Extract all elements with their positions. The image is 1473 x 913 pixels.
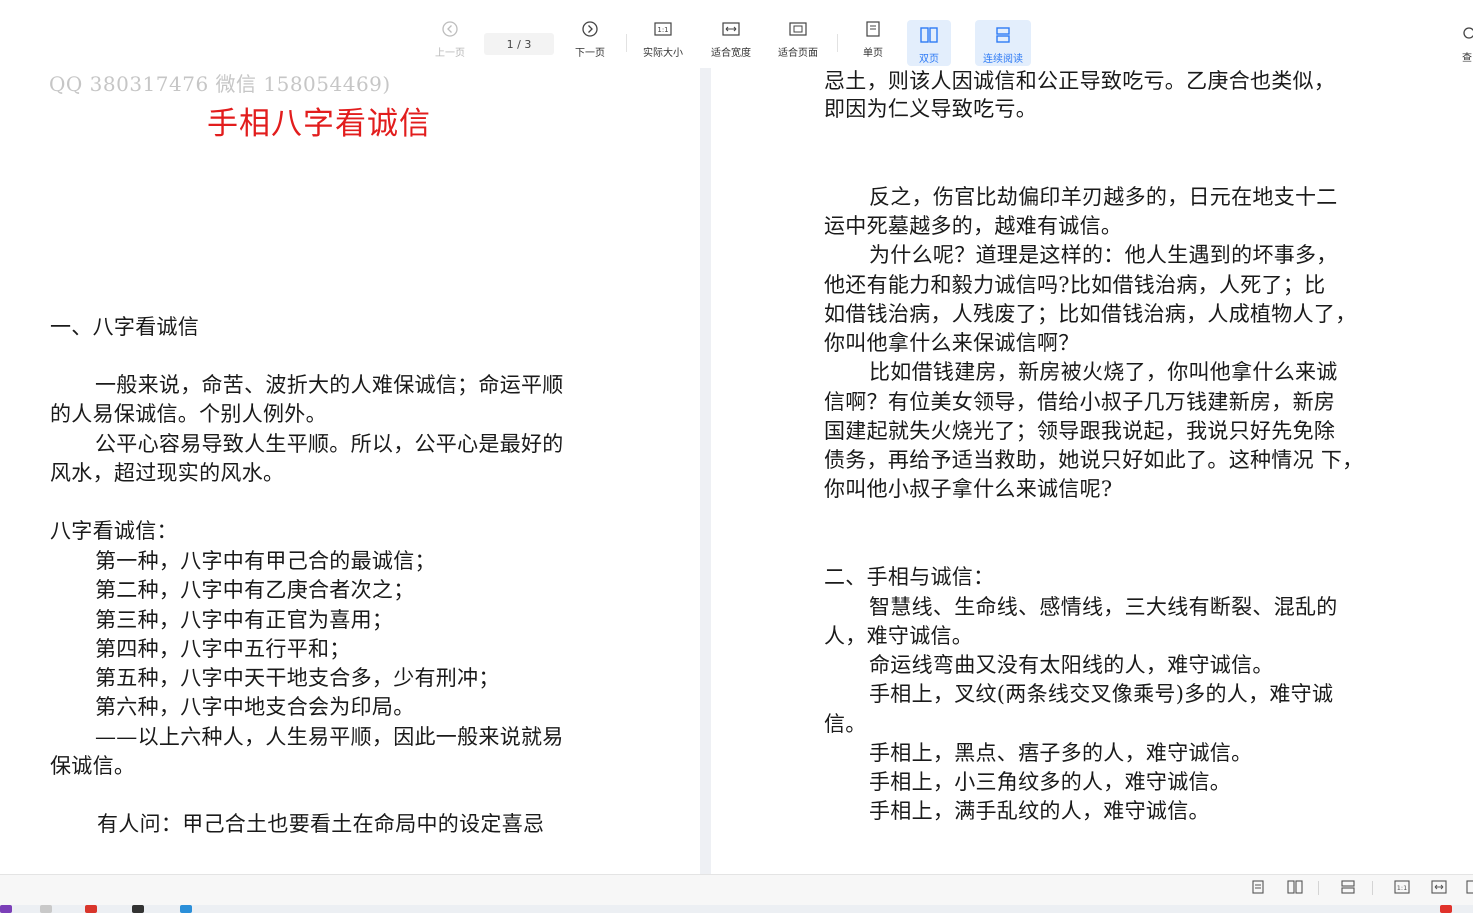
page-number-input[interactable]: 1 / 3: [484, 33, 554, 55]
fit-width-label: 适合宽度: [711, 48, 751, 59]
fit-width-button[interactable]: 适合宽度: [701, 20, 761, 64]
single-page-button[interactable]: 单页: [843, 20, 903, 64]
text-line: 国建起就失火烧光了；领导跟我说起，我说只好先免除: [824, 419, 1336, 443]
taskbar-tray-icon[interactable]: [1440, 905, 1452, 913]
prev-page-label: 上一页: [435, 48, 465, 59]
text-line: 忌土，则该人因诚信和公正导致吃亏。乙庚合也类似，: [824, 69, 1336, 93]
text-line: 他还有能力和毅力诚信吗?比如借钱治病，人死了；比: [824, 273, 1326, 297]
document-page-left: QQ 380317476 微信 158054469) 手相八字看诚信 一、八字看…: [0, 68, 700, 874]
taskbar-app-icon[interactable]: [132, 905, 144, 913]
text-line: 你叫他小叔子拿什么来诚信呢?: [824, 477, 1113, 501]
next-arrow-icon: [581, 20, 599, 38]
svg-text:1:1: 1:1: [1397, 884, 1407, 892]
continuous-view-icon[interactable]: [1340, 880, 1356, 894]
continuous-reading-icon: [994, 26, 1012, 44]
section-heading: 二、手相与诚信：: [824, 565, 995, 589]
text-line: 即因为仁义导致吃亏。: [824, 97, 1037, 121]
text-line: 手相上，黑点、痦子多的人，难守诚信。: [869, 741, 1253, 765]
text-line: ——以上六种人，人生易平顺，因此一般来说就易: [95, 725, 564, 749]
prev-arrow-icon: [441, 20, 459, 38]
text-line: 命运线弯曲又没有太阳线的人，难守诚信。: [869, 653, 1274, 677]
text-line: 你叫他拿什么来保诚信啊？: [824, 331, 1080, 355]
continuous-reading-button[interactable]: 连续阅读: [975, 20, 1031, 66]
continuous-reading-label: 连续阅读: [983, 54, 1023, 65]
text-line: 为什么呢？道理是这样的：他人生遇到的坏事多，: [869, 243, 1338, 267]
text-line: 债务，再给予适当救助，她说只好如此了。这种情况 下，: [824, 448, 1364, 472]
text-line: 运中死墓越多的，越难有诚信。: [824, 214, 1123, 238]
search-icon: [1463, 27, 1473, 39]
status-divider: [1372, 881, 1373, 895]
list-item: 第三种，八字中有正官为喜用；: [95, 608, 394, 632]
text-line: 信。: [824, 712, 867, 736]
contact-watermark: QQ 380317476 微信 158054469): [49, 72, 391, 96]
fit-page-label: 适合页面: [778, 48, 818, 59]
page-indicator: 1 / 3: [506, 37, 532, 51]
document-title: 手相八字看诚信: [207, 106, 431, 142]
status-divider: [1318, 881, 1319, 895]
text-line: 如借钱治病，人残废了；比如借钱治病，人成植物人了，: [824, 302, 1357, 326]
single-page-icon: [864, 20, 882, 38]
reader-toolbar: 上一页 1 / 3 下一页 1:1 实际大小 适合宽度 适合页面 单页 双页 连…: [0, 0, 1473, 68]
text-line: 智慧线、生命线、感情线，三大线有断裂、混乱的: [869, 595, 1338, 619]
fit-width-icon[interactable]: [1431, 880, 1447, 894]
taskbar-app-icon[interactable]: [85, 905, 97, 913]
section-heading: 一、八字看诚信: [50, 315, 200, 339]
next-page-button[interactable]: 下一页: [560, 20, 620, 64]
fit-page-icon: [789, 20, 807, 38]
double-page-view-icon[interactable]: [1287, 880, 1303, 894]
document-page-right: 忌土，则该人因诚信和公正导致吃亏。乙庚合也类似， 即因为仁义导致吃亏。 反之，伤…: [711, 68, 1473, 874]
svg-text:1:1: 1:1: [657, 26, 668, 34]
text-line: 风水，超过现实的风水。: [50, 461, 285, 485]
search-label: 查: [1462, 53, 1472, 62]
list-item: 第五种，八字中天干地支合多，少有刑冲；: [95, 666, 500, 690]
text-line: 手相上，满手乱纹的人，难守诚信。: [869, 799, 1210, 823]
taskbar-app-icon[interactable]: [0, 905, 12, 913]
document-viewer[interactable]: QQ 380317476 微信 158054469) 手相八字看诚信 一、八字看…: [0, 68, 1473, 874]
fit-page-icon[interactable]: [1466, 880, 1473, 894]
text-line: 保诚信。: [50, 754, 136, 778]
fit-width-icon: [722, 20, 740, 38]
search-button-partial[interactable]: 查: [1462, 26, 1473, 62]
taskbar-app-icon[interactable]: [180, 905, 192, 913]
taskbar-app-icon[interactable]: [40, 905, 52, 913]
text-line: 手相上，叉纹(两条线交叉像乘号)多的人，难守诚: [869, 682, 1334, 706]
text-line: 一般来说，命苦、波折大的人难保诚信；命运平顺: [95, 373, 564, 397]
text-line: 比如借钱建房，新房被火烧了，你叫他拿什么来诚: [869, 360, 1338, 384]
list-item: 第六种，八字中地支合会为印局。: [95, 695, 415, 719]
list-item: 第一种，八字中有甲己合的最诚信；: [95, 549, 436, 573]
double-page-button[interactable]: 双页: [907, 20, 951, 66]
double-page-label: 双页: [919, 54, 939, 65]
text-line: 反之，伤官比劫偏印羊刃越多的，日元在地支十二: [869, 185, 1338, 209]
single-page-label: 单页: [863, 48, 883, 59]
text-line: 的人易保诚信。个别人例外。: [50, 402, 327, 426]
text-line: 手相上，小三角纹多的人，难守诚信。: [869, 770, 1232, 794]
list-item: 第二种，八字中有乙庚合者次之；: [95, 578, 415, 602]
text-line: 信啊？有位美女领导，借给小叔子几万钱建新房，新房: [824, 390, 1336, 414]
toolbar-divider: [837, 34, 838, 52]
actual-size-label: 实际大小: [643, 48, 683, 59]
text-line: 有人问：甲己合土也要看土在命局中的设定喜忌: [97, 812, 545, 836]
single-page-view-icon[interactable]: [1250, 880, 1266, 894]
actual-size-icon: 1:1: [654, 20, 672, 38]
prev-page-button[interactable]: 上一页: [420, 20, 480, 64]
actual-size-icon[interactable]: 1:1: [1394, 880, 1410, 894]
toolbar-divider: [626, 34, 627, 52]
next-page-label: 下一页: [575, 48, 605, 59]
actual-size-button[interactable]: 1:1 实际大小: [633, 20, 693, 64]
text-line: 公平心容易导致人生平顺。所以，公平心是最好的: [95, 432, 564, 456]
text-line: 八字看诚信：: [50, 519, 178, 543]
list-item: 第四种，八字中五行平和；: [95, 637, 351, 661]
double-page-icon: [920, 26, 938, 44]
taskbar: [0, 905, 1473, 913]
text-line: 人，难守诚信。: [824, 624, 974, 648]
fit-page-button[interactable]: 适合页面: [768, 20, 828, 64]
